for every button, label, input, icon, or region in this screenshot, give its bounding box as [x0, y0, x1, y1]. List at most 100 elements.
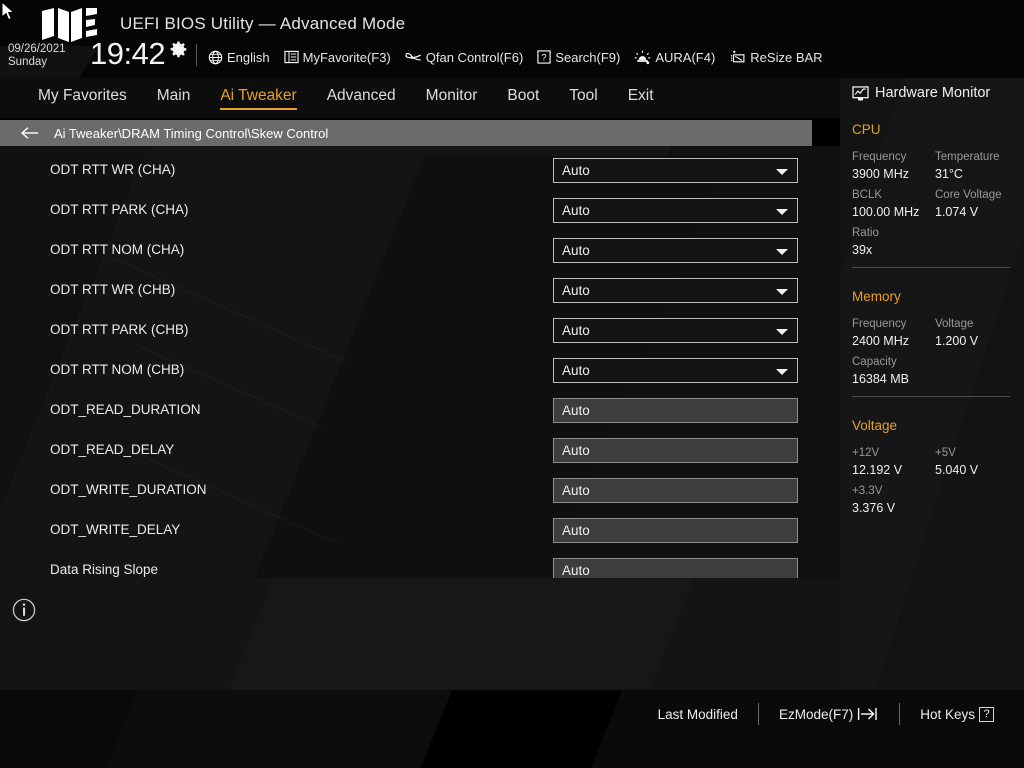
setting-dropdown[interactable]: Auto — [553, 358, 798, 383]
hotkeys-glyph: ? — [979, 707, 994, 722]
setting-label: ODT_WRITE_DELAY — [50, 522, 180, 537]
last-modified-label: Last Modified — [658, 707, 738, 722]
resize-bar-button[interactable]: ReSize BAR — [729, 49, 822, 65]
setting-dropdown[interactable]: Auto — [553, 318, 798, 343]
hotkeys-label: Hot Keys — [920, 707, 975, 722]
tab-my-favorites[interactable]: My Favorites — [38, 86, 127, 110]
hw-field-key: Voltage — [935, 318, 973, 330]
qfan-label: Qfan Control(F6) — [426, 50, 524, 65]
hw-section-title: CPU — [852, 122, 881, 137]
weekday-value: Sunday — [8, 56, 66, 69]
hw-section-divider — [852, 267, 1010, 268]
hardware-monitor-panel: Hardware Monitor CPUFrequency3900 MHzTem… — [840, 78, 1024, 690]
setting-dropdown[interactable]: Auto — [553, 198, 798, 223]
setting-value: Auto — [562, 363, 590, 378]
hardware-monitor-label: Hardware Monitor — [875, 85, 990, 101]
info-circle-icon[interactable] — [12, 598, 36, 622]
chevron-down-icon[interactable] — [776, 249, 788, 255]
tab-monitor[interactable]: Monitor — [426, 86, 478, 110]
setting-value: Auto — [562, 403, 590, 418]
svg-text:?: ? — [542, 52, 547, 62]
setting-input[interactable]: Auto — [553, 558, 798, 578]
hw-section-divider — [852, 396, 1010, 397]
hw-field-value: 2400 MHz — [852, 334, 909, 348]
monitor-icon — [852, 86, 869, 101]
setting-row: ODT_READ_DELAYAuto — [0, 432, 812, 472]
tab-ai-tweaker[interactable]: Ai Tweaker — [220, 86, 296, 110]
aura-label: AURA(F4) — [655, 50, 715, 65]
setting-label: Data Rising Slope — [50, 562, 158, 577]
footer-actions: Last Modified EzMode(F7) Hot Keys ? — [638, 703, 1014, 725]
chevron-down-icon[interactable] — [776, 329, 788, 335]
chevron-down-icon[interactable] — [776, 369, 788, 375]
settings-panel: ODT RTT WR (CHA)AutoODT RTT PARK (CHA)Au… — [0, 146, 840, 578]
back-arrow-icon[interactable] — [20, 126, 40, 140]
setting-input[interactable]: Auto — [553, 398, 798, 423]
setting-dropdown[interactable]: Auto — [553, 278, 798, 303]
header-toolbar: English MyFavorite(F3) — [208, 46, 823, 68]
setting-dropdown[interactable]: Auto — [553, 238, 798, 263]
setting-value: Auto — [562, 443, 590, 458]
tab-tool[interactable]: Tool — [569, 86, 597, 110]
breadcrumb-path: Ai Tweaker\DRAM Timing Control\Skew Cont… — [54, 126, 328, 141]
qfan-icon — [405, 50, 422, 65]
search-button[interactable]: ? Search(F9) — [537, 50, 620, 65]
ezmode-arrow-icon — [857, 707, 879, 721]
chevron-down-icon[interactable] — [776, 209, 788, 215]
language-button[interactable]: English — [208, 50, 270, 65]
setting-input[interactable]: Auto — [553, 518, 798, 543]
setting-value: Auto — [562, 203, 590, 218]
hw-field-value: 3.376 V — [852, 501, 895, 515]
aura-icon — [634, 50, 651, 65]
header-divider — [196, 44, 197, 66]
tab-exit[interactable]: Exit — [628, 86, 654, 110]
qfan-control-button[interactable]: Qfan Control(F6) — [405, 50, 524, 65]
search-label: Search(F9) — [555, 50, 620, 65]
setting-label: ODT_WRITE_DURATION — [50, 482, 207, 497]
hw-field-value: 1.200 V — [935, 334, 978, 348]
setting-value: Auto — [562, 283, 590, 298]
gear-icon[interactable] — [170, 41, 187, 58]
setting-row: ODT RTT WR (CHA)Auto — [0, 152, 812, 192]
language-label: English — [227, 50, 270, 65]
myfavorite-label: MyFavorite(F3) — [303, 50, 391, 65]
setting-input[interactable]: Auto — [553, 478, 798, 503]
date-value: 09/26/2021 — [8, 43, 66, 56]
setting-value: Auto — [562, 243, 590, 258]
setting-dropdown[interactable]: Auto — [553, 158, 798, 183]
hw-field-key: BCLK — [852, 189, 882, 201]
main-nav-tabs: My Favorites Main Ai Tweaker Advanced Mo… — [0, 78, 840, 118]
footer-bar: Last Modified EzMode(F7) Hot Keys ? Vers… — [0, 690, 1024, 768]
hw-field-key: Frequency — [852, 151, 906, 163]
last-modified-button[interactable]: Last Modified — [638, 707, 758, 722]
setting-label: ODT_READ_DURATION — [50, 402, 201, 417]
hw-field-value: 12.192 V — [852, 463, 902, 477]
aura-button[interactable]: AURA(F4) — [634, 50, 715, 65]
settings-rows: ODT RTT WR (CHA)AutoODT RTT PARK (CHA)Au… — [0, 146, 840, 578]
hw-field-value: 39x — [852, 243, 872, 257]
ezmode-button[interactable]: EzMode(F7) — [759, 707, 899, 722]
tab-main[interactable]: Main — [157, 86, 191, 110]
tab-boot[interactable]: Boot — [507, 86, 539, 110]
hw-field-value: 31°C — [935, 167, 963, 181]
myfavorite-button[interactable]: MyFavorite(F3) — [284, 50, 391, 65]
mouse-cursor — [1, 1, 17, 23]
hotkeys-button[interactable]: Hot Keys ? — [900, 707, 1014, 722]
hw-field-key: +12V — [852, 447, 879, 459]
setting-row: ODT_READ_DURATION Auto — [0, 392, 812, 432]
setting-value: Auto — [562, 483, 590, 498]
hardware-monitor-title: Hardware Monitor — [852, 85, 990, 101]
breadcrumb[interactable]: Ai Tweaker\DRAM Timing Control\Skew Cont… — [0, 120, 812, 146]
chevron-down-icon[interactable] — [776, 169, 788, 175]
ezmode-label: EzMode(F7) — [779, 707, 853, 722]
clock-display: 19:42 — [90, 36, 165, 72]
tab-advanced[interactable]: Advanced — [327, 86, 396, 110]
setting-input[interactable]: Auto — [553, 438, 798, 463]
setting-row: ODT RTT WR (CHB) Auto — [0, 272, 812, 312]
settings-scrollbar-track[interactable] — [827, 146, 829, 578]
myfavorite-icon — [284, 50, 299, 64]
setting-label: ODT RTT WR (CHB) — [50, 282, 175, 297]
page-title: UEFI BIOS Utility — Advanced Mode — [120, 14, 405, 34]
chevron-down-icon[interactable] — [776, 289, 788, 295]
setting-row: ODT_WRITE_DURATION Auto — [0, 472, 812, 512]
